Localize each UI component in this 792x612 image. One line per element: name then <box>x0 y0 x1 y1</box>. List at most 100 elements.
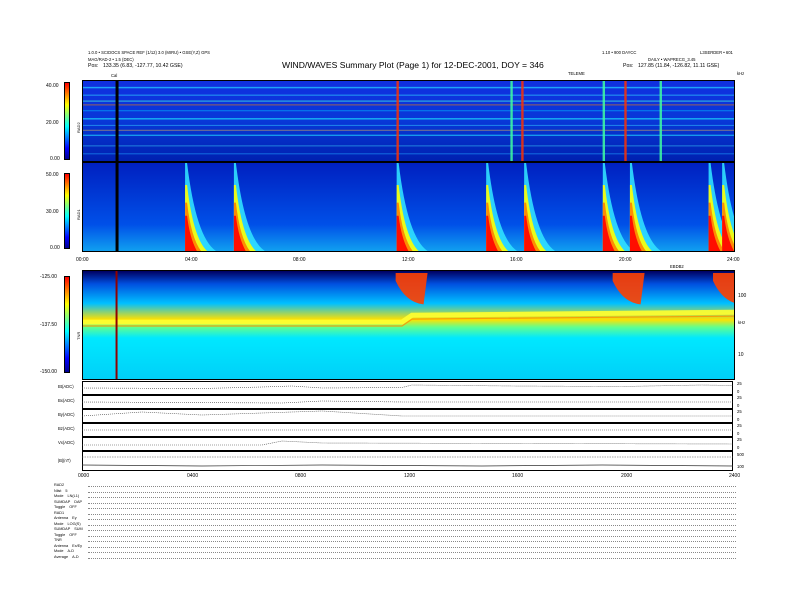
param-label: Average <box>54 554 69 559</box>
tnr-colorbar <box>64 276 70 373</box>
time-tick-16: 16:00 <box>510 257 523 263</box>
param-row: Antenna Ex/Ey <box>54 544 82 548</box>
param-value: A-D <box>67 549 75 553</box>
rad2-tick-top: 40.00 <box>46 83 59 89</box>
strip-right-bx-top: 25 <box>737 395 742 400</box>
param-dotted-line <box>88 491 736 493</box>
right-corner-label: L3SERDER • 601 <box>700 50 733 55</box>
page-title: WIND/WAVES Summary Plot (Page 1) for 12-… <box>282 60 544 70</box>
param-label: Mode <box>54 521 64 526</box>
param-row: SUMDAP SUM <box>54 527 83 531</box>
param-value: SUM <box>74 527 83 531</box>
time-axis: 00:00 04:00 08:00 12:00 16:00 20:00 24:0… <box>76 257 740 265</box>
strip-right-vx-bottom: 0 <box>737 445 740 450</box>
left-header-line2: MAG/RAD-2 • 1.5 (DEC) <box>88 57 134 62</box>
tnr-panel-label: TNR <box>76 331 81 340</box>
rad1-colorbar <box>64 173 70 249</box>
rad1-tick-top: 50.00 <box>46 172 59 178</box>
time-tick-4: 04:00 <box>185 257 198 263</box>
param-row: RAD2 <box>54 483 68 487</box>
strip-right-by-bottom: 0 <box>737 417 740 422</box>
param-value: LOG(S) <box>67 521 81 526</box>
param-label: Mode <box>54 494 64 498</box>
bottom-time-tick-4: 0400 <box>187 473 199 479</box>
rad2-tick-bottom: 0.00 <box>50 156 60 162</box>
param-dotted-line <box>88 530 736 531</box>
param-row: Mode A-D <box>54 549 74 553</box>
strip-right-by-top: 25 <box>737 409 742 414</box>
rad2-spectrogram <box>82 80 735 162</box>
rad2-burst-1 <box>396 81 399 161</box>
param-row: Toggle OFF <box>54 533 77 537</box>
rad1-tick-bottom: 0.00 <box>50 245 60 251</box>
time-tick-24: 24:00 <box>727 257 740 263</box>
rad2-burst-2 <box>510 81 513 161</box>
tnr-right-tick-100: 100 <box>738 293 747 299</box>
bottom-time-tick-16: 1600 <box>512 473 524 479</box>
strip-label-vx: Vx(ADC) <box>58 440 75 445</box>
rad1-tick-mid: 30.00 <box>46 209 59 215</box>
bottom-time-tick-24: 2400 <box>729 473 741 479</box>
param-label: SUMDAP <box>54 527 71 531</box>
param-row: Antenna Ey <box>54 516 77 520</box>
strip-right-bz-bottom: 0 <box>737 431 740 436</box>
param-dotted-line <box>88 541 736 542</box>
param-label: RAD2 <box>54 483 65 487</box>
param-value: Ex/Ey <box>72 543 83 548</box>
param-label: Toggle <box>54 505 66 509</box>
right-header-line1: 1.10 • 900 DAYCC <box>602 50 637 55</box>
strip-right-bx-bottom: 0 <box>737 403 740 408</box>
right-marker-label: kHz <box>737 71 745 76</box>
strip-label-bx: Bx(ADC) <box>58 398 75 403</box>
strip-label-b: |B|(nT) <box>58 458 71 463</box>
right-pos-label: Pos: <box>623 63 634 69</box>
rad2-panel-label: RAD2 <box>76 122 81 133</box>
param-label: SUMDAP <box>54 499 71 504</box>
param-dotted-line <box>88 535 736 537</box>
bottom-time-tick-8: 0800 <box>295 473 307 479</box>
param-label: TNR <box>54 538 62 542</box>
param-dotted-line <box>88 513 736 515</box>
strip-right-vx-top: 25 <box>737 437 742 442</box>
left-pos-label: Pos: <box>88 63 99 69</box>
right-pos-value: 127.85 (11.84, -126.82, 11.11 GSE) <box>638 63 720 69</box>
bottom-time-tick-0: 0000 <box>78 473 90 479</box>
param-dotted-line <box>88 552 736 553</box>
param-label: RAD1 <box>54 510 65 515</box>
cal-marker-label: Cal <box>111 73 118 78</box>
param-dotted-line <box>88 557 736 559</box>
param-row: TNR <box>54 538 66 542</box>
rad1-cal-gap <box>115 163 119 251</box>
strip-traces <box>82 384 733 467</box>
strip-label-bz: Bz(ADC) <box>58 426 75 431</box>
right-header-line2: DAILY • WAPRECG_3.45 <box>648 57 696 62</box>
param-label: Mode <box>54 549 64 553</box>
rad2-cal-gap <box>115 81 119 161</box>
rad2-burst-4 <box>602 81 605 161</box>
tnr-right-tick-10: 10 <box>738 352 744 358</box>
param-value: OFF <box>69 505 77 509</box>
strip-right-b-top: 500 <box>737 452 744 457</box>
tnr-tick-bottom: -150.00 <box>40 369 57 375</box>
param-label: Nlist <box>54 488 62 493</box>
param-value: Ey <box>72 516 77 520</box>
tnr-right-unit: kHz <box>738 320 746 325</box>
param-row: Toggle OFF <box>54 505 77 509</box>
bottom-time-tick-12: 1200 <box>404 473 416 479</box>
strip-right-bz-top: 25 <box>737 423 742 428</box>
tnr-cal-gap <box>115 271 118 379</box>
param-value: 5 <box>65 488 68 493</box>
tnr-tick-top: -125.00 <box>40 274 57 280</box>
param-row: Nlist 5 <box>54 489 68 493</box>
bottom-time-axis: 0000 0400 0800 1200 1600 2000 2400 <box>78 473 740 481</box>
strip-right-bt-top: 25 <box>737 381 742 386</box>
bottom-time-tick-20: 2000 <box>621 473 633 479</box>
param-dotted-line <box>88 497 736 498</box>
param-dotted-line <box>88 508 736 509</box>
time-tick-20: 20:00 <box>619 257 632 263</box>
param-dotted-line <box>88 486 736 487</box>
rad2-burst-3 <box>521 81 524 161</box>
tnr-spectrogram <box>82 270 735 380</box>
param-dotted-line <box>88 546 736 548</box>
param-row: Average A-D <box>54 555 79 559</box>
